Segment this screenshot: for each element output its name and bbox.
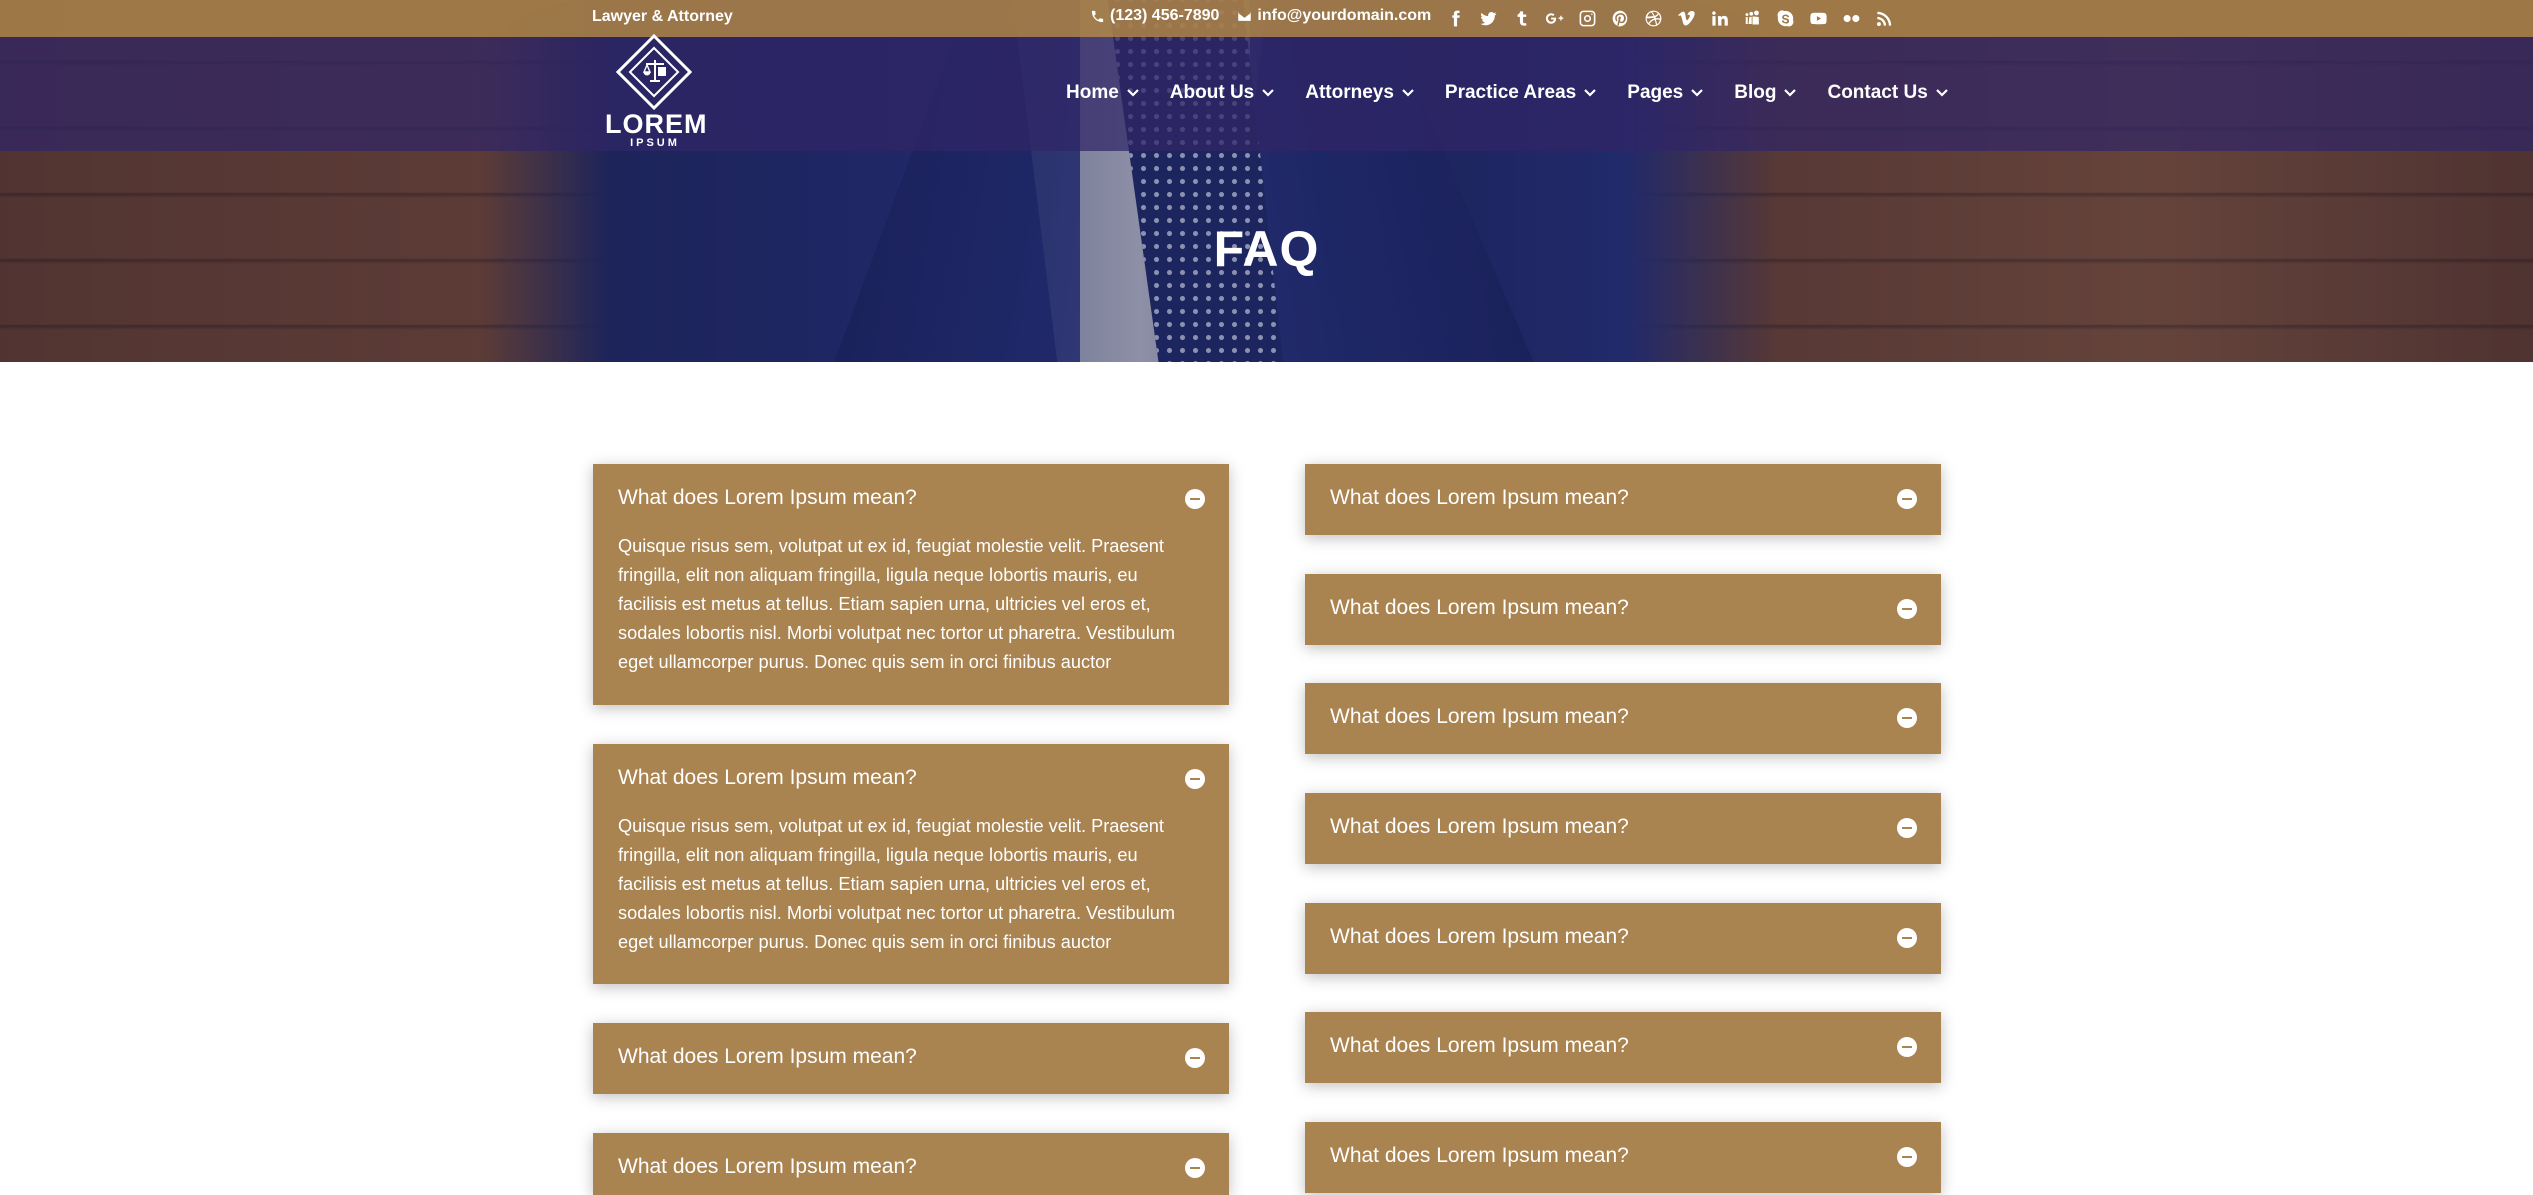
nav-item-label: Home <box>1066 82 1119 103</box>
nav-item-blog[interactable]: Blog <box>1734 82 1797 104</box>
faq-toggle-header[interactable]: What does Lorem Ipsum mean? <box>1305 903 1941 973</box>
faq-toggle-header[interactable]: What does Lorem Ipsum mean? <box>593 1133 1229 1195</box>
google-plus-icon[interactable] <box>1541 5 1567 31</box>
pinterest-icon[interactable] <box>1607 5 1633 31</box>
minus-circle-icon[interactable] <box>1185 489 1205 509</box>
faq-toggle-header[interactable]: What does Lorem Ipsum mean? <box>1305 464 1941 534</box>
vimeo-icon[interactable] <box>1673 5 1699 31</box>
faq-answer: Quisque risus sem, volutpat ut ex id, fe… <box>618 536 1176 672</box>
skype-icon[interactable] <box>1772 5 1798 31</box>
facebook-icon[interactable] <box>1442 5 1468 31</box>
nav-item-label: Contact Us <box>1827 82 1928 103</box>
social-links <box>1442 5 1904 31</box>
faq-question: What does Lorem Ipsum mean? <box>1330 1034 1629 1057</box>
faq-question: What does Lorem Ipsum mean? <box>1330 596 1629 619</box>
nav-item-contact-us[interactable]: Contact Us <box>1827 82 1948 104</box>
nav-item-pages[interactable]: Pages <box>1627 82 1704 104</box>
faq-toggle: What does Lorem Ipsum mean? <box>1305 1122 1941 1193</box>
email-contact[interactable]: info@yourdomain.com <box>1237 7 1431 25</box>
phone-contact[interactable]: (123) 456-7890 <box>1090 7 1219 25</box>
faq-toggle: What does Lorem Ipsum mean? <box>593 1133 1229 1195</box>
top-bar: Lawyer & Attorney (123) 456-7890 info@yo… <box>0 0 2533 37</box>
nav-item-label: Blog <box>1734 82 1777 103</box>
logo-wordmark: LOREM <box>605 109 708 139</box>
faq-toggle: What does Lorem Ipsum mean? <box>593 1023 1229 1094</box>
chevron-down-icon <box>1691 89 1704 97</box>
faq-toggle: What does Lorem Ipsum mean? <box>1305 1012 1941 1083</box>
minus-circle-icon[interactable] <box>1897 489 1917 509</box>
rss-icon[interactable] <box>1871 5 1897 31</box>
faq-toggle-open: What does Lorem Ipsum mean? Quisque risu… <box>593 744 1229 984</box>
faq-question: What does Lorem Ipsum mean? <box>1330 705 1629 728</box>
flickr-icon[interactable] <box>1838 5 1864 31</box>
minus-circle-icon[interactable] <box>1897 1147 1917 1167</box>
instagram-icon[interactable] <box>1574 5 1600 31</box>
faq-question: What does Lorem Ipsum mean? <box>1330 925 1629 948</box>
faq-toggle-header[interactable]: What does Lorem Ipsum mean? <box>1305 683 1941 753</box>
minus-circle-icon[interactable] <box>1897 1037 1917 1057</box>
envelope-icon <box>1238 11 1252 21</box>
site-tagline: Lawyer & Attorney <box>592 8 733 25</box>
faq-question: What does Lorem Ipsum mean? <box>1330 486 1629 509</box>
chevron-down-icon <box>1584 89 1597 97</box>
minus-circle-icon[interactable] <box>1897 599 1917 619</box>
chevron-down-icon <box>1262 89 1275 97</box>
chevron-down-icon <box>1127 89 1139 97</box>
youtube-icon[interactable] <box>1805 5 1831 31</box>
faq-toggle-header[interactable]: What does Lorem Ipsum mean? <box>1305 574 1941 644</box>
faq-toggle-header[interactable]: What does Lorem Ipsum mean? <box>593 744 1229 814</box>
phone-number: (123) 456-7890 <box>1110 7 1220 24</box>
faq-toggle: What does Lorem Ipsum mean? <box>1305 464 1941 535</box>
faq-toggle: What does Lorem Ipsum mean? <box>1305 683 1941 754</box>
email-address: info@yourdomain.com <box>1257 7 1432 24</box>
myspace-icon[interactable] <box>1739 5 1765 31</box>
contact-info: (123) 456-7890 info@yourdomain.com <box>1090 7 1441 25</box>
minus-circle-icon[interactable] <box>1185 1048 1205 1068</box>
faq-toggle-open: What does Lorem Ipsum mean? Quisque risu… <box>593 464 1229 705</box>
faq-question: What does Lorem Ipsum mean? <box>1330 815 1629 838</box>
tumblr-icon[interactable] <box>1508 5 1534 31</box>
nav-item-attorneys[interactable]: Attorneys <box>1305 82 1414 104</box>
main-header: LOREM IPSUM Home About Us Attorneys Prac… <box>0 33 2533 151</box>
minus-circle-icon[interactable] <box>1185 769 1205 789</box>
scales-of-justice-icon <box>642 60 666 82</box>
logo-subtitle: IPSUM <box>630 137 680 149</box>
nav-item-about-us[interactable]: About Us <box>1169 82 1275 104</box>
faq-toggle: What does Lorem Ipsum mean? <box>1305 793 1941 864</box>
faq-toggle-header[interactable]: What does Lorem Ipsum mean? <box>593 1023 1229 1093</box>
minus-circle-icon[interactable] <box>1897 928 1917 948</box>
faq-toggle-header[interactable]: What does Lorem Ipsum mean? <box>593 464 1229 534</box>
twitter-icon[interactable] <box>1475 5 1501 31</box>
site-logo[interactable]: LOREM IPSUM <box>605 33 708 151</box>
linkedin-icon[interactable] <box>1706 5 1732 31</box>
chevron-down-icon <box>1784 89 1797 97</box>
chevron-down-icon <box>1935 89 1948 97</box>
dribbble-icon[interactable] <box>1640 5 1666 31</box>
chevron-down-icon <box>1402 89 1414 97</box>
faq-question: What does Lorem Ipsum mean? <box>618 1045 917 1068</box>
faq-question: What does Lorem Ipsum mean? <box>1330 1144 1629 1167</box>
nav-item-label: Attorneys <box>1305 82 1394 103</box>
faq-toggle: What does Lorem Ipsum mean? <box>1305 574 1941 645</box>
faq-question: What does Lorem Ipsum mean? <box>618 1155 917 1178</box>
phone-icon <box>1091 10 1104 22</box>
faq-toggle: What does Lorem Ipsum mean? <box>1305 903 1941 974</box>
faq-toggle-header[interactable]: What does Lorem Ipsum mean? <box>1305 1122 1941 1192</box>
page-title: FAQ <box>1213 221 1320 277</box>
faq-answer: Quisque risus sem, volutpat ut ex id, fe… <box>618 816 1176 952</box>
nav-item-label: About Us <box>1169 82 1255 103</box>
minus-circle-icon[interactable] <box>1897 708 1917 728</box>
faq-question: What does Lorem Ipsum mean? <box>618 486 917 509</box>
primary-navigation: Home About Us Attorneys Practice Areas P… <box>1066 82 1948 104</box>
nav-item-home[interactable]: Home <box>1066 82 1139 104</box>
faq-toggle-header[interactable]: What does Lorem Ipsum mean? <box>1305 1012 1941 1082</box>
nav-item-label: Practice Areas <box>1444 82 1577 103</box>
faq-question: What does Lorem Ipsum mean? <box>618 766 917 789</box>
minus-circle-icon[interactable] <box>1185 1158 1205 1178</box>
nav-item-practice-areas[interactable]: Practice Areas <box>1444 82 1597 104</box>
faq-toggle-header[interactable]: What does Lorem Ipsum mean? <box>1305 793 1941 863</box>
nav-item-label: Pages <box>1627 82 1684 103</box>
minus-circle-icon[interactable] <box>1897 818 1917 838</box>
